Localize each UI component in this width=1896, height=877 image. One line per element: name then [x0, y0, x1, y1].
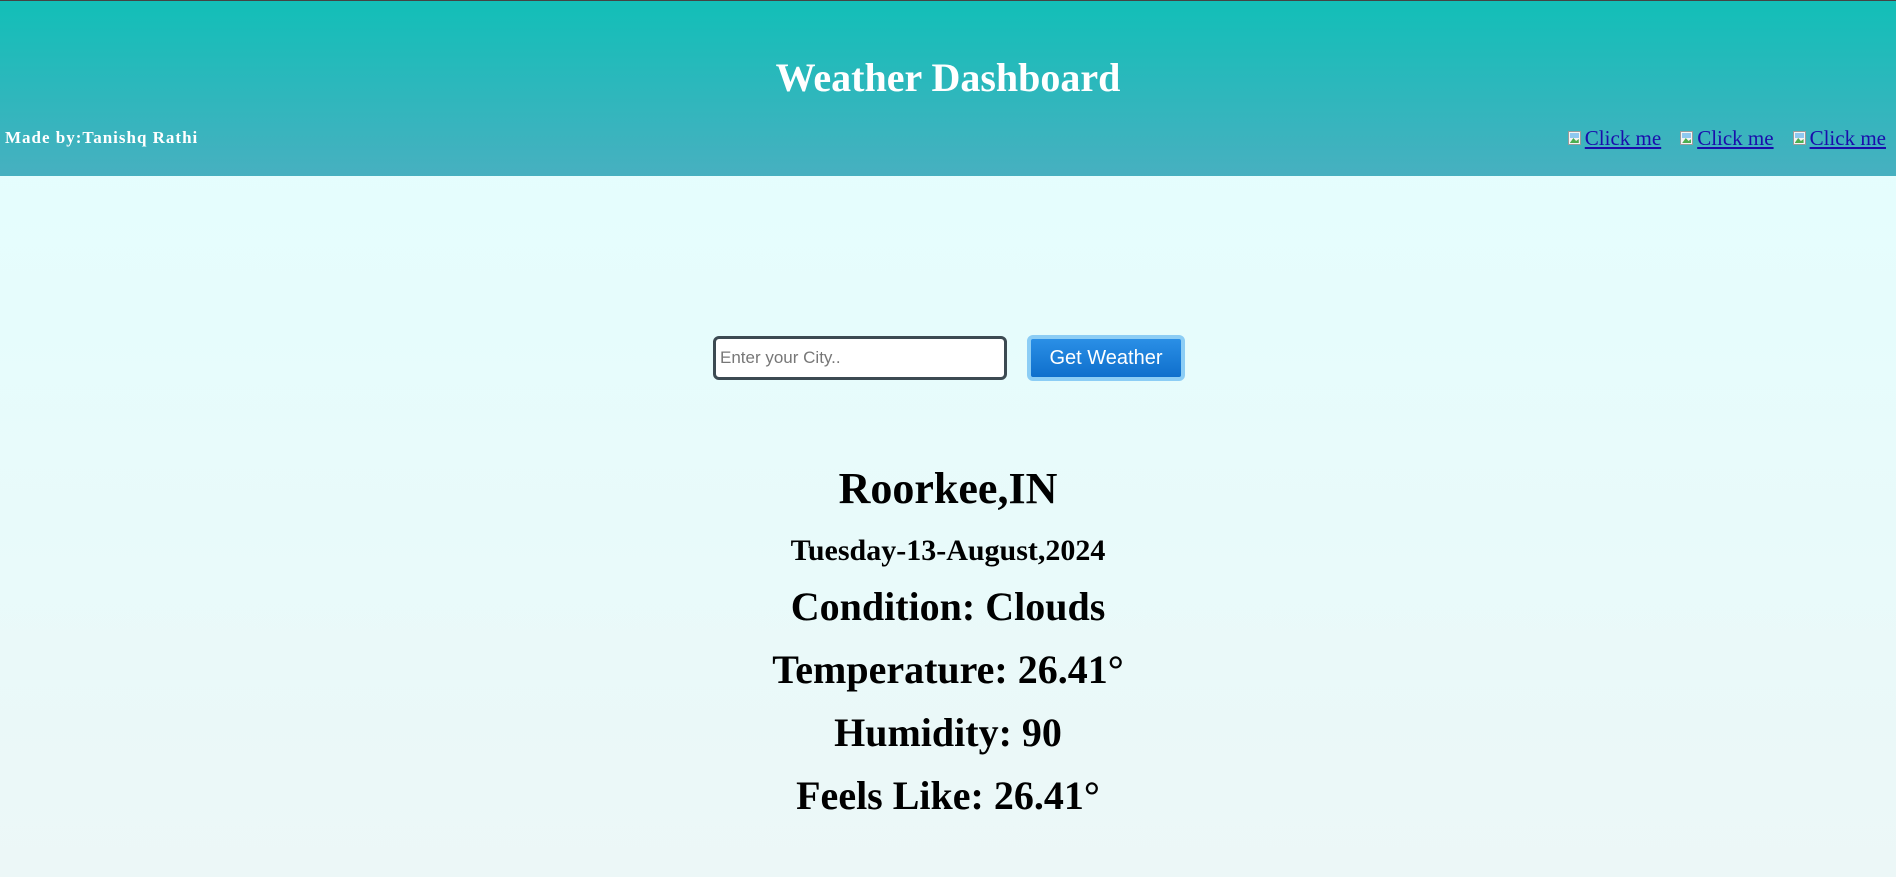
social-link-label: Click me: [1584, 126, 1662, 150]
search-row: Get Weather: [713, 335, 1185, 381]
header-bar: Weather Dashboard Made by:Tanishq Rathi …: [0, 0, 1896, 176]
humidity-reading: Humidity: 90: [834, 710, 1062, 755]
broken-image-icon: [1567, 129, 1583, 147]
page-title: Weather Dashboard: [775, 55, 1121, 100]
city-name: Roorkee,IN: [838, 464, 1058, 513]
social-link-3[interactable]: Click me: [1792, 125, 1886, 151]
social-link-2[interactable]: Click me: [1679, 125, 1774, 151]
broken-image-icon: [1679, 129, 1695, 147]
temperature-reading: Temperature: 26.41°: [772, 647, 1124, 692]
date-text: Tuesday-13-August,2024: [790, 534, 1106, 567]
get-weather-button[interactable]: Get Weather: [1027, 335, 1185, 381]
weather-condition: Condition: Clouds: [790, 584, 1106, 629]
social-link-label: Click me: [1697, 126, 1774, 150]
city-search-input[interactable]: [713, 336, 1007, 380]
broken-image-icon: [1792, 129, 1808, 147]
author-credit: Made by:Tanishq Rathi: [5, 128, 199, 147]
social-link-label: Click me: [1809, 126, 1886, 150]
feels-like-reading: Feels Like: 26.41°: [796, 773, 1100, 818]
social-link-1[interactable]: Click me: [1567, 125, 1661, 151]
social-links: Click me Click me Click me: [1567, 125, 1886, 151]
